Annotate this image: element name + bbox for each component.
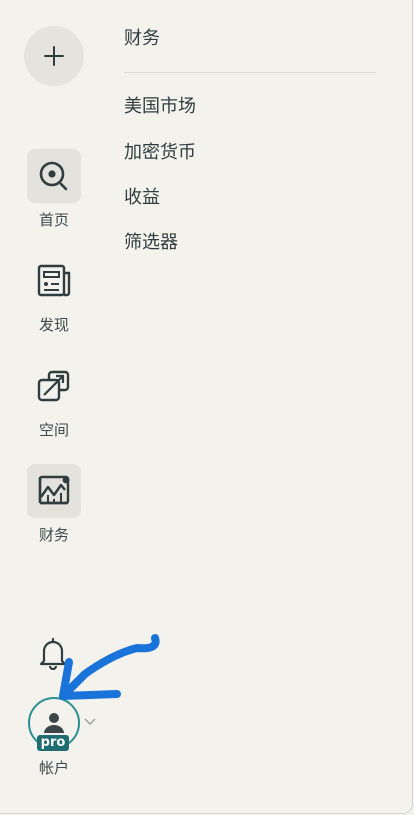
nav-icon-bg bbox=[27, 464, 81, 518]
search-circle-icon bbox=[39, 161, 68, 191]
bell-icon[interactable] bbox=[37, 636, 69, 670]
menu-link-us-market[interactable]: 美国市场 bbox=[124, 92, 196, 118]
account-avatar-button[interactable]: pro bbox=[27, 696, 81, 751]
nav-icon-bg bbox=[27, 149, 81, 203]
chevron-down-icon[interactable] bbox=[84, 718, 96, 726]
sidebar-item-spaces[interactable]: 空间 bbox=[0, 359, 108, 440]
sidebar-item-label: 发现 bbox=[38, 316, 69, 334]
nav-icon-bg bbox=[27, 359, 81, 413]
sidebar-item-label: 空间 bbox=[38, 421, 69, 439]
menu-link-screener[interactable]: 筛选器 bbox=[124, 228, 178, 254]
sidebar-item-discover[interactable]: 发现 bbox=[0, 254, 108, 335]
menu-divider bbox=[124, 72, 376, 73]
newspaper-icon bbox=[37, 264, 71, 297]
sidebar: 首页 发现 空间 财务 pro 帐户 bbox=[0, 0, 108, 815]
plus-icon bbox=[44, 46, 64, 66]
account-label: 帐户 bbox=[38, 759, 69, 777]
sidebar-item-label: 财务 bbox=[38, 526, 69, 544]
pro-badge: pro bbox=[37, 735, 69, 751]
menu-title: 财务 bbox=[124, 28, 160, 49]
nav-icon-bg bbox=[27, 254, 81, 308]
menu-link-crypto[interactable]: 加密货币 bbox=[124, 138, 196, 164]
sidebar-item-home[interactable]: 首页 bbox=[0, 149, 108, 230]
sidebar-item-finance[interactable]: 财务 bbox=[0, 464, 108, 545]
sidebar-item-label: 首页 bbox=[38, 211, 69, 229]
user-icon bbox=[44, 713, 64, 733]
menu-link-earnings[interactable]: 收益 bbox=[124, 183, 160, 209]
spaces-icon bbox=[37, 370, 70, 402]
chart-line-icon bbox=[38, 475, 70, 505]
new-thread-button[interactable] bbox=[24, 26, 84, 86]
